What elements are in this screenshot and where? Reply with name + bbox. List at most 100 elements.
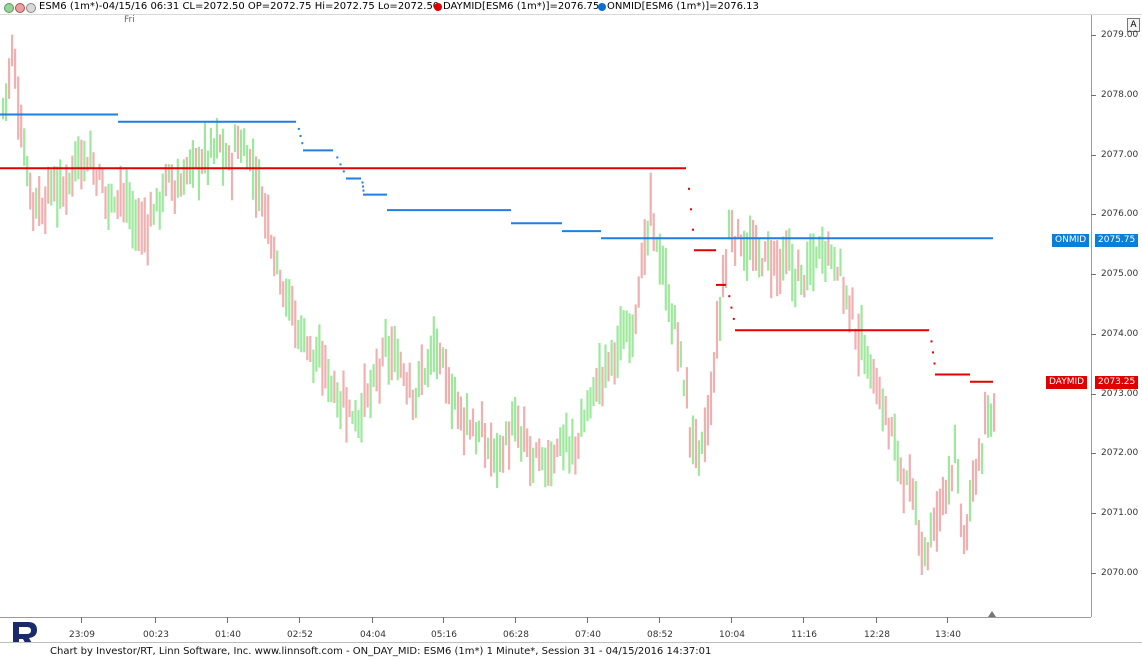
price-bar bbox=[218, 134, 222, 153]
price-bar bbox=[848, 295, 851, 333]
price-bar bbox=[393, 325, 396, 373]
price-bar bbox=[881, 388, 884, 432]
price-bar bbox=[908, 454, 911, 502]
price-bar bbox=[74, 141, 77, 182]
x-tick bbox=[81, 617, 82, 623]
price-bar bbox=[149, 191, 152, 227]
price-bar bbox=[333, 370, 336, 404]
price-bar bbox=[29, 172, 32, 210]
price-bar bbox=[857, 313, 860, 377]
x-tick-label: 23:09 bbox=[69, 630, 95, 640]
price-bar bbox=[631, 314, 634, 358]
y-tick-label: 2079.00 bbox=[1101, 30, 1139, 40]
x-tick-label: 05:16 bbox=[431, 630, 457, 640]
price-bar bbox=[50, 169, 53, 206]
price-bar bbox=[474, 422, 478, 455]
y-tick-label: 2078.00 bbox=[1101, 89, 1139, 100]
price-bar bbox=[604, 344, 607, 388]
price-bar bbox=[944, 479, 947, 514]
price-bar bbox=[577, 432, 580, 459]
price-bar bbox=[496, 433, 499, 489]
price-bar bbox=[11, 34, 14, 67]
price-bar bbox=[375, 348, 378, 392]
price-bar bbox=[38, 176, 41, 226]
daymid-header-value[interactable]: DAYMID[ESM6 (1m*)]=2076.75 bbox=[443, 1, 599, 13]
price-bar bbox=[773, 240, 776, 276]
price-bar bbox=[565, 412, 568, 453]
price-bar bbox=[113, 196, 116, 213]
price-bar bbox=[935, 491, 938, 552]
price-bar bbox=[920, 531, 923, 575]
price-bar bbox=[366, 383, 369, 408]
price-bar bbox=[324, 344, 327, 389]
status-green-icon[interactable] bbox=[4, 3, 14, 13]
status-gray-icon[interactable] bbox=[26, 3, 36, 13]
price-bar bbox=[357, 410, 360, 438]
price-bar bbox=[137, 198, 140, 251]
price-bar bbox=[53, 166, 56, 202]
daymid-name-label: DAYMID bbox=[1046, 376, 1088, 389]
y-tick bbox=[1091, 274, 1096, 276]
daymid-transition-dot bbox=[732, 317, 735, 320]
price-bar bbox=[836, 266, 839, 281]
price-bar bbox=[321, 340, 324, 396]
price-bar bbox=[580, 398, 583, 437]
x-tick-label: 11:16 bbox=[791, 630, 817, 640]
price-bar bbox=[125, 168, 128, 223]
price-bar bbox=[685, 367, 688, 409]
price-bar bbox=[818, 235, 821, 259]
y-tick bbox=[1091, 333, 1096, 335]
price-bar bbox=[691, 415, 694, 465]
price-bar bbox=[384, 318, 387, 357]
price-bar bbox=[499, 434, 502, 473]
x-tick bbox=[155, 617, 156, 623]
onmid-transition-dot bbox=[342, 170, 345, 173]
price-bar bbox=[345, 387, 348, 443]
y-tick-label: 2075.00 bbox=[1101, 269, 1139, 280]
price-bar bbox=[282, 281, 285, 308]
price-chart[interactable] bbox=[0, 15, 1091, 617]
price-bar bbox=[77, 136, 80, 180]
y-tick-label: 2077.00 bbox=[1101, 149, 1139, 160]
price-bar bbox=[697, 440, 700, 476]
price-bar bbox=[511, 401, 514, 436]
status-red-icon[interactable] bbox=[15, 3, 25, 13]
price-bar bbox=[134, 199, 137, 251]
price-bar bbox=[101, 167, 104, 194]
price-bar bbox=[62, 176, 65, 207]
price-bar bbox=[143, 197, 146, 253]
price-bar bbox=[200, 149, 203, 174]
price-bar bbox=[480, 401, 484, 438]
price-bar bbox=[899, 457, 902, 485]
price-bar bbox=[583, 409, 586, 433]
price-bar bbox=[116, 190, 119, 220]
onmid-value-label: 2075.75 bbox=[1095, 234, 1139, 247]
price-bar bbox=[601, 366, 604, 407]
x-tick bbox=[659, 617, 660, 623]
price-bar bbox=[815, 246, 818, 269]
price-bar bbox=[767, 231, 770, 271]
daymid-transition-dot bbox=[728, 295, 731, 298]
price-bar bbox=[709, 371, 713, 426]
symbol-info: ESM6 (1m*)-04/15/16 06:31 CL=2072.50 OP=… bbox=[39, 1, 440, 12]
price-bar bbox=[706, 395, 709, 446]
price-bar bbox=[107, 183, 110, 230]
price-bar bbox=[752, 219, 755, 271]
price-bar bbox=[673, 305, 676, 330]
price-bar bbox=[625, 310, 628, 343]
price-bar bbox=[947, 456, 950, 505]
price-bar bbox=[929, 512, 932, 548]
onmid-header-value[interactable]: ONMID[ESM6 (1m*)]=2076.13 bbox=[607, 1, 759, 13]
price-bar bbox=[342, 370, 345, 408]
price-bar bbox=[553, 444, 556, 474]
price-bar bbox=[851, 287, 854, 320]
price-bar bbox=[592, 377, 595, 407]
price-bar bbox=[351, 410, 354, 424]
price-bar bbox=[842, 276, 845, 314]
price-bar bbox=[312, 349, 315, 384]
y-axis[interactable] bbox=[1091, 15, 1142, 617]
price-bar bbox=[300, 315, 303, 353]
price-bar bbox=[417, 361, 420, 398]
price-bar bbox=[167, 164, 170, 183]
price-bar bbox=[119, 165, 122, 217]
